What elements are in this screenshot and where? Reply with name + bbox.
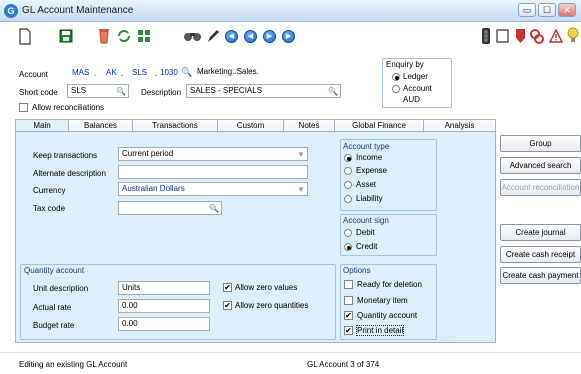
ready-for-deletion-label: Ready for deletion xyxy=(357,280,422,289)
account-reconciliation-button[interactable]: Account reconciliation xyxy=(500,179,581,196)
lightbulb-icon[interactable] xyxy=(567,27,579,44)
previous-record-icon[interactable]: ◀ xyxy=(244,30,257,43)
chevron-down-icon: ▼ xyxy=(297,150,305,159)
allow-reconciliations-checkbox[interactable] xyxy=(19,103,28,112)
account-type-asset-label: Asset xyxy=(356,180,377,189)
budget-rate-field[interactable]: 0.00 xyxy=(118,317,210,331)
account-label: Account xyxy=(19,70,48,79)
ready-for-deletion-checkbox[interactable] xyxy=(344,280,353,289)
short-code-field[interactable]: SLS 🔍 xyxy=(67,84,129,98)
account-search-icon[interactable]: 🔍 xyxy=(181,67,192,78)
budget-rate-label: Budget rate xyxy=(33,321,75,330)
link-icon[interactable] xyxy=(530,28,544,44)
short-code-search-icon[interactable]: 🔍 xyxy=(116,86,126,97)
delete-icon[interactable] xyxy=(98,28,110,44)
record-position: GL Account 3 of 374 xyxy=(307,360,380,369)
description-label: Description xyxy=(141,88,182,97)
app-icon: G xyxy=(4,4,18,18)
account-segment-2[interactable]: AK xyxy=(106,68,117,77)
enquiry-title: Enquiry by xyxy=(386,60,424,69)
next-record-icon[interactable]: ▶ xyxy=(263,30,276,43)
account-separator: . xyxy=(155,69,158,78)
print-in-detail-checkbox[interactable]: ✔ xyxy=(344,326,353,335)
alternate-description-field[interactable] xyxy=(118,165,308,179)
allow-zero-values-checkbox[interactable]: ✔ xyxy=(223,283,232,292)
account-type-liability-label: Liability xyxy=(356,194,383,203)
pencil-icon[interactable] xyxy=(206,28,220,44)
account-type-expense-label: Expense xyxy=(356,166,388,175)
enquiry-currency-code: AUD xyxy=(403,95,420,104)
account-separator: . xyxy=(121,69,124,78)
binoculars-icon[interactable] xyxy=(184,30,202,42)
unit-description-label: Unit description xyxy=(33,284,89,293)
alternate-description-label: Alternate description xyxy=(33,169,106,178)
first-record-icon[interactable]: ◀ xyxy=(225,30,238,43)
actual-rate-label: Actual rate xyxy=(33,303,72,312)
description-field[interactable]: SALES - SPECIALS 🔍 xyxy=(186,84,341,98)
account-sign-debit-label: Debit xyxy=(356,228,375,237)
account-segment-3[interactable]: SLS xyxy=(132,68,147,77)
unit-description-field[interactable]: Units xyxy=(118,281,210,295)
monetary-item-checkbox[interactable] xyxy=(344,296,353,305)
account-sign-credit-radio[interactable] xyxy=(344,243,352,251)
create-journal-button[interactable]: Create journal xyxy=(500,224,581,241)
group-button[interactable]: Group xyxy=(500,135,581,152)
hierarchy-icon[interactable] xyxy=(137,29,151,43)
last-record-icon[interactable]: ▶ xyxy=(282,30,295,43)
monetary-item-label: Monetary item xyxy=(357,296,408,305)
advanced-search-button[interactable]: Advanced search xyxy=(500,157,581,174)
account-separator: . xyxy=(94,69,97,78)
account-type-liability-radio[interactable] xyxy=(344,195,352,203)
account-type-title: Account type xyxy=(343,142,390,151)
keep-transactions-select[interactable]: Current period ▼ xyxy=(118,147,308,161)
warning-icon[interactable] xyxy=(549,29,563,43)
allow-zero-quantities-label: Allow zero quantities xyxy=(235,301,309,310)
create-cash-receipt-button[interactable]: Create cash receipt xyxy=(500,246,581,263)
short-code-label: Short code xyxy=(19,88,58,97)
close-button[interactable]: ✕ xyxy=(558,3,576,17)
print-in-detail-label: Print in detail xyxy=(355,325,405,336)
account-type-income-radio[interactable] xyxy=(344,154,352,162)
currency-label: Currency xyxy=(33,186,66,195)
account-segment-4[interactable]: 1030 xyxy=(160,68,178,77)
account-sign-credit-label: Credit xyxy=(356,242,378,251)
description-search-icon[interactable]: 🔍 xyxy=(328,86,338,97)
page-icon[interactable] xyxy=(496,29,509,43)
quantity-account-checkbox[interactable]: ✔ xyxy=(344,311,353,320)
window-title: GL Account Maintenance xyxy=(22,5,134,16)
allow-reconciliations-label: Allow reconciliations xyxy=(32,103,105,112)
enquiry-account-label: Account xyxy=(403,84,432,93)
create-cash-payment-button[interactable]: Create cash payment xyxy=(500,267,581,284)
tax-code-search-icon[interactable]: 🔍 xyxy=(209,203,219,214)
allow-zero-quantities-checkbox[interactable]: ✔ xyxy=(223,301,232,310)
actual-rate-field[interactable]: 0.00 xyxy=(118,299,210,313)
minimize-button[interactable]: ▭ xyxy=(518,3,536,17)
currency-select[interactable]: Australian Dollars ▼ xyxy=(118,182,308,196)
options-title: Options xyxy=(343,266,371,275)
enquiry-account-radio[interactable] xyxy=(392,85,400,93)
tax-code-field[interactable]: 🔍 xyxy=(118,201,222,215)
tax-code-label: Tax code xyxy=(33,204,66,213)
allow-zero-values-label: Allow zero values xyxy=(235,283,298,292)
account-sign-debit-radio[interactable] xyxy=(344,229,352,237)
account-type-asset-radio[interactable] xyxy=(344,181,352,189)
status-message: Editing an existing GL Account xyxy=(19,360,128,369)
new-document-icon[interactable] xyxy=(19,28,31,45)
quantity-account-title: Quantity account xyxy=(24,266,85,275)
chevron-down-icon: ▼ xyxy=(297,185,305,194)
keep-transactions-label: Keep transactions xyxy=(33,151,98,160)
refresh-icon[interactable] xyxy=(117,29,131,43)
account-type-income-label: Income xyxy=(356,153,383,162)
save-icon[interactable] xyxy=(59,29,73,43)
account-name: Marketing..Sales. xyxy=(197,67,259,76)
account-type-expense-radio[interactable] xyxy=(344,167,352,175)
enquiry-ledger-label: Ledger xyxy=(403,72,428,81)
tag-icon[interactable] xyxy=(515,28,526,44)
enquiry-ledger-radio[interactable] xyxy=(392,73,400,81)
restore-button[interactable]: ☐ xyxy=(538,3,556,17)
traffic-light-icon[interactable] xyxy=(482,28,490,44)
quantity-account-label: Quantity account xyxy=(357,311,418,320)
account-segment-1[interactable]: MAS xyxy=(72,68,89,77)
account-sign-title: Account sign xyxy=(343,216,389,225)
